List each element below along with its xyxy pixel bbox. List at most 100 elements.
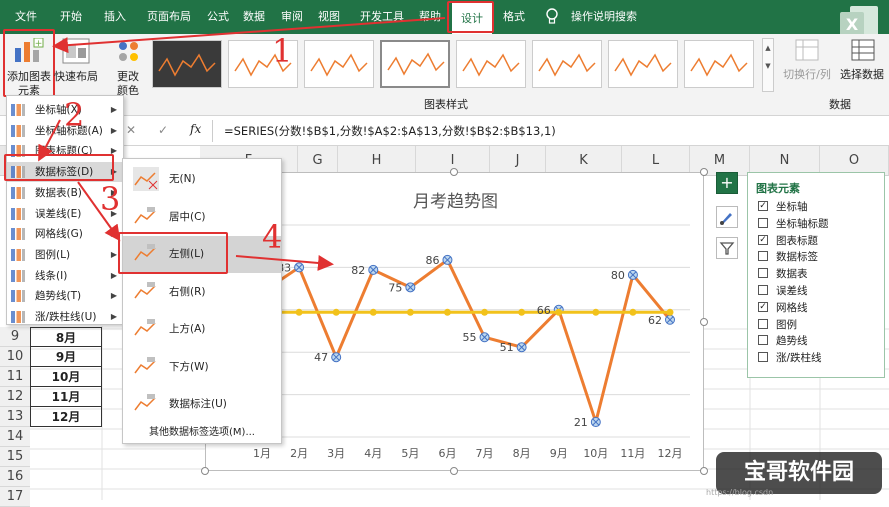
chart-style-8[interactable] — [684, 40, 754, 88]
tab-data[interactable]: 数据 — [234, 0, 274, 34]
menu-item-lines[interactable]: 线条(I) ▶ — [7, 266, 123, 286]
insert-function-icon[interactable]: fx — [190, 122, 201, 136]
data-point — [518, 308, 526, 316]
tab-review[interactable]: 审阅 — [272, 0, 312, 34]
select-data-icon — [851, 39, 875, 61]
checkbox-icon[interactable] — [758, 352, 768, 363]
chart-element-label: 坐标轴 — [776, 201, 808, 213]
checkbox-icon[interactable] — [758, 251, 768, 262]
tab-page-layout[interactable]: 页面布局 — [138, 0, 200, 34]
resize-handle-bottom[interactable] — [450, 467, 458, 475]
label-option-center[interactable]: 居中(C) — [123, 199, 281, 236]
label-option-below[interactable]: 下方(W) — [123, 349, 281, 386]
tab-developer[interactable]: 开发工具 — [350, 0, 414, 34]
cell-a12[interactable]: 11月 — [30, 387, 102, 407]
label-option-none[interactable]: 无(N) — [123, 161, 281, 198]
tab-format[interactable]: 格式 — [494, 0, 534, 34]
select-data-button[interactable]: 选择数据 — [838, 38, 888, 92]
tab-view[interactable]: 视图 — [308, 0, 350, 34]
submenu-arrow-icon: ▶ — [110, 249, 117, 259]
change-colors-button[interactable]: 更改 颜色 — [108, 38, 148, 98]
chart-element-checkbox-5[interactable]: 误差线 — [758, 283, 808, 300]
resize-handle-right[interactable] — [700, 318, 708, 326]
scroll-up-icon[interactable]: ▲ — [763, 39, 773, 57]
chart-element-checkbox-3[interactable]: 数据标签 — [758, 249, 818, 266]
data-label: 51 — [500, 341, 514, 354]
checkbox-icon[interactable] — [758, 268, 768, 279]
chart-styles-button[interactable] — [716, 206, 738, 228]
resize-handle-bottom-right[interactable] — [700, 467, 708, 475]
resize-handle-bottom-left[interactable] — [201, 467, 209, 475]
checkbox-icon[interactable] — [758, 285, 768, 295]
chart-filters-button[interactable] — [716, 237, 738, 259]
chart-element-checkbox-0[interactable]: ✓ 坐标轴 — [758, 199, 808, 216]
label-option-callout[interactable]: 数据标注(U) — [123, 386, 281, 423]
chart-style-4[interactable] — [380, 40, 450, 88]
label-option-text: 右侧(R) — [169, 285, 206, 298]
menu-item-legend[interactable]: 图例(L) ▶ — [7, 245, 123, 265]
row-header-15[interactable]: 15 — [0, 447, 30, 467]
cell-a9[interactable]: 8月 — [30, 327, 102, 347]
style-gallery-scroll[interactable]: ▲ ▼ — [762, 38, 774, 92]
enter-formula-icon[interactable]: ✓ — [158, 123, 168, 137]
cell-a13[interactable]: 12月 — [30, 407, 102, 427]
checkbox-icon[interactable]: ✓ — [758, 234, 768, 245]
checkbox-icon[interactable] — [758, 217, 768, 228]
chart-element-checkbox-9[interactable]: 涨/跌柱线 — [758, 350, 822, 367]
cell-a11[interactable]: 10月 — [30, 367, 102, 387]
tab-help[interactable]: 帮助 — [410, 0, 450, 34]
chart-style-7[interactable] — [608, 40, 678, 88]
axis-icon — [11, 104, 25, 116]
quick-layout-button[interactable]: 快速布局 — [54, 38, 98, 98]
tab-formulas[interactable]: 公式 — [198, 0, 238, 34]
row-header-16[interactable]: 16 — [0, 467, 30, 487]
chart-elements-button[interactable]: + — [716, 172, 738, 194]
tab-insert[interactable]: 插入 — [94, 0, 136, 34]
label-option-above[interactable]: 上方(A) — [123, 311, 281, 348]
data-point — [443, 308, 451, 316]
row-header-11[interactable]: 11 — [0, 367, 30, 387]
data-label: 86 — [425, 254, 439, 267]
scroll-down-icon[interactable]: ▼ — [763, 57, 773, 75]
menu-item-gridlines[interactable]: 网格线(G) ▶ — [7, 224, 123, 244]
checkbox-icon[interactable] — [758, 335, 768, 346]
cell-a10[interactable]: 9月 — [30, 347, 102, 367]
chart-style-6[interactable] — [532, 40, 602, 88]
chart-style-5[interactable] — [456, 40, 526, 88]
chart-element-checkbox-1[interactable]: 坐标轴标题 — [758, 216, 829, 233]
tab-home[interactable]: 开始 — [50, 0, 92, 34]
error-bars-icon — [11, 207, 25, 220]
annotation-2: 2 — [64, 96, 85, 134]
menu-item-trendline[interactable]: 趋势线(T) ▶ — [7, 286, 123, 306]
chart-element-checkbox-6[interactable]: ✓ 网格线 — [758, 300, 808, 317]
chart-element-checkbox-4[interactable]: 数据表 — [758, 266, 808, 283]
checkbox-icon[interactable]: ✓ — [758, 301, 768, 312]
switch-row-col-button[interactable]: 切换行/列 — [782, 38, 832, 92]
row-header-10[interactable]: 10 — [0, 347, 30, 367]
x-tick-label: 10月 — [583, 447, 608, 460]
menu-item-up-down-bars[interactable]: 涨/跌柱线(U) ▶ — [7, 307, 123, 327]
row-header-12[interactable]: 12 — [0, 387, 30, 407]
data-label: 62 — [648, 314, 662, 327]
chart-style-1[interactable] — [152, 40, 222, 88]
formula-input[interactable]: =SERIES(分数!$B$1,分数!$A$2:$A$13,分数!$B$2:$B… — [224, 123, 556, 139]
chart-element-checkbox-7[interactable]: 图例 — [758, 317, 797, 334]
label-option-text: 无(N) — [169, 173, 196, 185]
row-header-14[interactable]: 14 — [0, 427, 30, 447]
chart-element-checkbox-8[interactable]: 趋势线 — [758, 333, 808, 350]
checkbox-icon[interactable]: ✓ — [758, 201, 768, 211]
row-header-9[interactable]: 9 — [0, 327, 30, 347]
tell-me-search[interactable]: 操作说明搜索 — [562, 0, 646, 34]
row-header-13[interactable]: 13 — [0, 407, 30, 427]
row-header-17[interactable]: 17 — [0, 487, 30, 507]
checkbox-icon[interactable] — [758, 318, 768, 329]
cancel-formula-icon[interactable]: ✕ — [126, 123, 136, 137]
resize-handle-top-right[interactable] — [700, 168, 708, 176]
resize-handle-top[interactable] — [450, 168, 458, 176]
chart-element-checkbox-2[interactable]: ✓ 图表标题 — [758, 233, 818, 250]
more-data-label-options[interactable]: 其他数据标签选项(M)... — [123, 423, 281, 443]
label-option-right[interactable]: 右侧(R) — [123, 274, 281, 311]
menu-item-label: 线条(I) — [35, 269, 68, 282]
chart-element-label: 趋势线 — [776, 335, 808, 348]
chart-style-3[interactable] — [304, 40, 374, 88]
